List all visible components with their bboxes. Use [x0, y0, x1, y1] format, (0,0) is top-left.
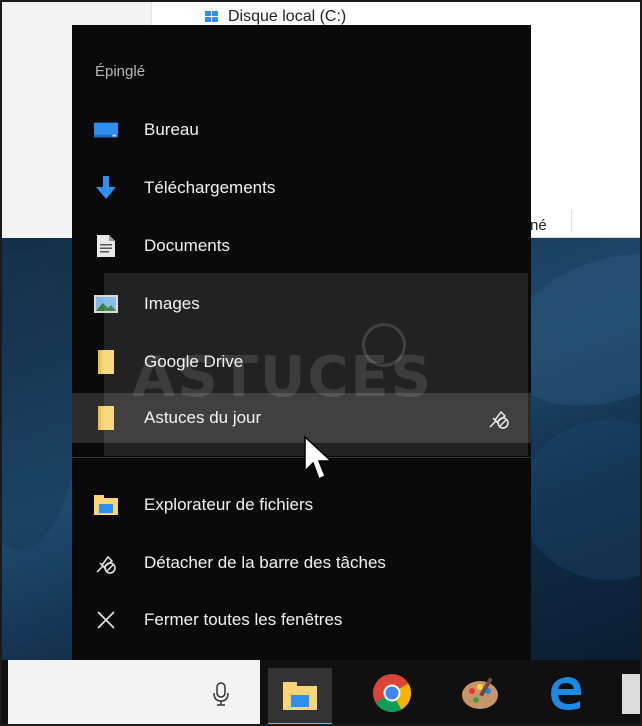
jump-list-item-label: Documents [144, 236, 230, 255]
background-shape [0, 250, 80, 550]
edge-icon [551, 677, 582, 710]
task-label: Explorateur de fichiers [144, 495, 314, 514]
file-explorer-icon [94, 493, 118, 517]
column-divider [571, 210, 572, 232]
jump-list-item-label: Téléchargements [144, 178, 276, 197]
task-close-all-windows[interactable]: Fermer toutes les fenêtres [72, 595, 531, 645]
jump-list-item-bureau[interactable]: Bureau [72, 105, 531, 155]
taskbar-paint[interactable] [448, 668, 512, 718]
jump-list-item-label: Images [144, 294, 200, 313]
jump-list-item-label: Astuces du jour [144, 408, 262, 427]
drive-label[interactable]: Disque local (C:) [228, 8, 346, 26]
background-shape [520, 420, 642, 580]
task-file-explorer[interactable]: Explorateur de fichiers [72, 480, 531, 530]
pinned-section-title: Épinglé [95, 63, 146, 80]
jump-list-menu: Épinglé Bureau Téléchargements Documents… [72, 25, 531, 660]
jump-list-item-documents[interactable]: Documents [72, 221, 531, 271]
task-label: Fermer toutes les fenêtres [144, 610, 343, 629]
microphone-icon[interactable] [213, 682, 229, 706]
taskbar-edge[interactable] [534, 668, 598, 718]
mouse-cursor-icon [304, 435, 333, 481]
jump-list-item-label: Google Drive [144, 352, 244, 371]
jump-list-item-astuces-du-jour[interactable]: Astuces du jour [72, 393, 531, 443]
taskbar-search-box[interactable] [8, 660, 260, 726]
jump-list-item-label: Bureau [144, 120, 199, 139]
document-icon [94, 234, 118, 258]
jump-list-separator [72, 457, 531, 458]
file-explorer-icon [283, 681, 317, 710]
taskbar-chrome[interactable] [360, 668, 424, 718]
folder-icon [94, 406, 118, 430]
unpin-icon[interactable] [487, 406, 511, 430]
jump-list-item-telechargements[interactable]: Téléchargements [72, 163, 531, 213]
paint-icon [462, 677, 498, 709]
taskbar-file-explorer[interactable] [268, 668, 332, 726]
pictures-icon [94, 292, 118, 316]
chrome-icon [373, 674, 412, 713]
taskbar-app-partial[interactable] [622, 674, 642, 714]
download-arrow-icon [94, 176, 118, 200]
task-unpin-from-taskbar[interactable]: Détacher de la barre des tâches [72, 538, 531, 588]
desktop-folder-icon [94, 118, 118, 142]
task-label: Détacher de la barre des tâches [144, 553, 386, 572]
drive-icon [205, 11, 218, 22]
taskbar [0, 660, 642, 726]
folder-icon [94, 350, 118, 374]
unpin-icon [94, 551, 118, 575]
jump-list-item-images[interactable]: Images [72, 279, 531, 329]
explorer-column-text: né [530, 217, 547, 234]
close-icon [94, 608, 118, 632]
jump-list-item-google-drive[interactable]: Google Drive [72, 337, 531, 387]
